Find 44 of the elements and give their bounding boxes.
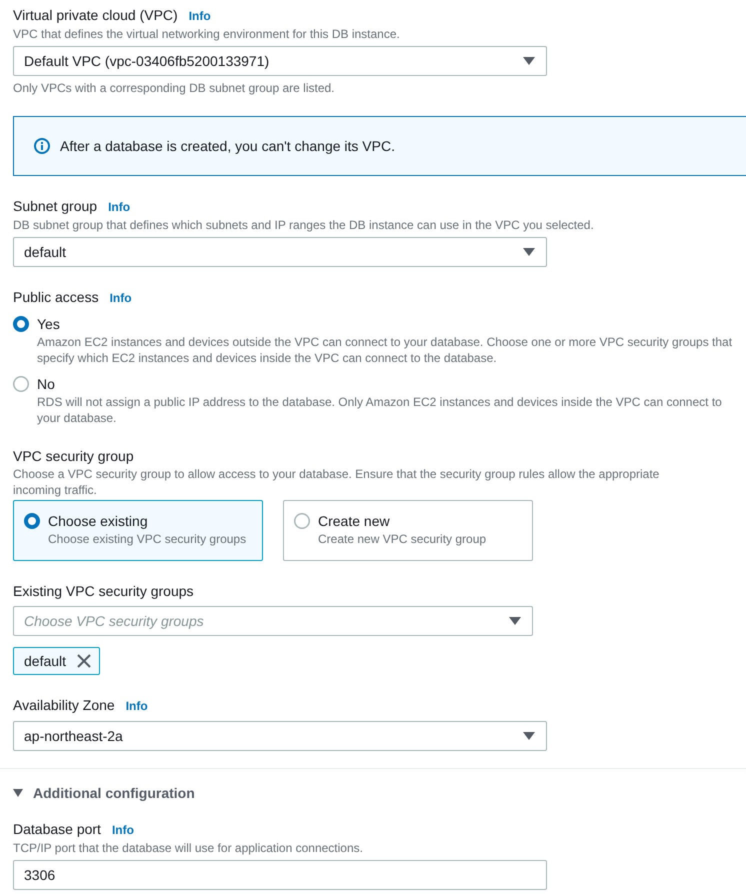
field-description: VPC that defines the virtual networking environment for this DB instance. — [13, 26, 401, 42]
dropdown-select[interactable]: Default VPC (vpc-03406fb5200133971) — [13, 46, 547, 76]
radio-button[interactable] — [13, 376, 29, 392]
field-label: Existing VPC security groups — [13, 582, 194, 601]
field-description: TCP/IP port that the database will use for application connections. — [13, 840, 364, 856]
input-field[interactable]: 3306 — [13, 860, 547, 890]
option-label[interactable]: No — [37, 374, 55, 394]
caret-down-icon — [509, 617, 521, 625]
option-tile[interactable]: Choose existing Choose existing VPC security groups — [13, 500, 263, 561]
dropdown-select[interactable]: default — [13, 237, 547, 267]
field-label: Database port — [13, 820, 101, 839]
field-label: VPC security group — [13, 447, 134, 466]
option-label[interactable]: Yes — [37, 314, 60, 334]
hint-text: Only VPCs with a corresponding DB subnet group are listed. — [13, 80, 336, 96]
option-description: Amazon EC2 instances and devices outside the VPC can connect to your database. Choose one or more VPC security groups that specify which EC2 instances and devices inside the VPC can connect to the database. — [37, 334, 733, 366]
field-description: DB subnet group that defines which subnets and IP ranges the DB instance can use in the VPC you selected. — [13, 217, 595, 233]
expander-toggle[interactable]: Additional configuration — [13, 783, 195, 803]
info-link[interactable]: Info — [108, 197, 130, 217]
field-label: Virtual private cloud (VPC) — [13, 6, 178, 25]
tile-description: Create new VPC security group — [318, 531, 488, 547]
field-label: Public access — [13, 288, 99, 307]
caret-down-icon — [523, 248, 535, 256]
option-tile[interactable]: Create new Create new VPC security group — [283, 500, 533, 561]
radio-button[interactable] — [13, 316, 29, 332]
info-link[interactable]: Info — [112, 820, 134, 840]
remove-icon[interactable] — [77, 654, 92, 668]
field-label: Subnet group — [13, 197, 98, 216]
field-label: Availability Zone — [13, 696, 115, 715]
option-description: RDS will not assign a public IP address to the database. Only Amazon EC2 instances and devices inside the VPC can connect to your database. — [37, 394, 723, 426]
info-link[interactable]: Info — [126, 696, 148, 716]
dropdown-select[interactable]: ap-northeast-2a — [13, 721, 547, 751]
radio-button[interactable] — [294, 513, 310, 529]
tile-title: Choose existing — [48, 512, 149, 531]
caret-down-icon — [523, 57, 535, 65]
token-label: default — [24, 652, 66, 671]
field-description: Choose a VPC security group to allow access to your database. Ensure that the security group rules allow the appropriate incoming traffic. — [13, 466, 660, 498]
tile-title: Create new — [318, 512, 391, 531]
alert-text: After a database is created, you can't change its VPC. — [60, 137, 395, 156]
radio-button[interactable] — [24, 513, 40, 529]
info-link[interactable]: Info — [110, 288, 132, 308]
caret-down-icon — [523, 732, 535, 740]
info-icon — [34, 138, 50, 154]
info-link[interactable]: Info — [188, 6, 211, 26]
tile-description: Choose existing VPC security groups — [48, 531, 248, 547]
